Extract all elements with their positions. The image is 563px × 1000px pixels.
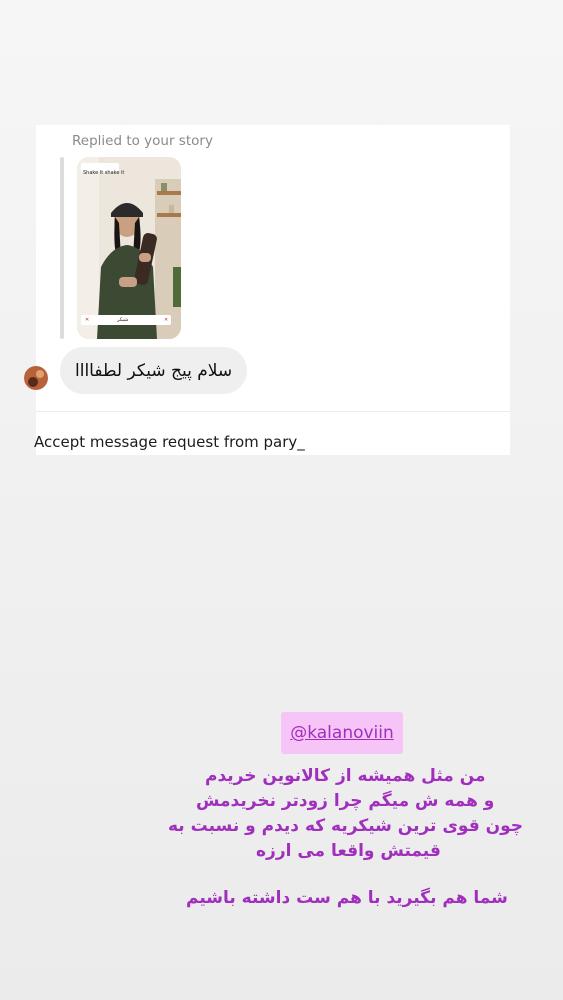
divider — [36, 411, 510, 412]
caption-line-1: من مثل همیشه از کالانوین خریدم — [205, 766, 486, 786]
reply-indicator-bar — [60, 157, 64, 339]
mention-text: @kalanoviin — [290, 723, 394, 743]
story-thumbnail-top-text: Shake It shake it — [83, 170, 125, 176]
story-thumbnail-bottom-text: شیکر — [117, 317, 129, 323]
story-photo: ✕ ✕ — [77, 157, 181, 339]
story-thumbnail[interactable]: ✕ ✕ Shake It shake it شیکر — [77, 157, 181, 339]
sender-avatar[interactable] — [24, 363, 48, 393]
message-text: سلام پیج شیکر لطفاااا — [75, 360, 233, 381]
mention-sticker[interactable]: @kalanoviin — [281, 712, 403, 754]
svg-text:✕: ✕ — [85, 317, 89, 323]
replied-to-story-label: Replied to your story — [72, 133, 213, 149]
dm-screenshot-card: Replied to your story ✕ ✕ Shake It shake… — [24, 125, 510, 455]
caption-line-2: و همه ش میگم چرا زودتر نخریدمش — [196, 791, 495, 811]
accept-request-label[interactable]: Accept message request from pary_ — [34, 433, 305, 451]
caption-line-4: قیمتش واقعا می ارزه — [256, 841, 441, 861]
svg-text:✕: ✕ — [164, 317, 168, 323]
caption-line-3: چون قوی ترین شیکریه که دیدم و نسبت به — [168, 816, 524, 836]
message-bubble[interactable]: سلام پیج شیکر لطفاااا — [60, 347, 248, 394]
caption-line-5: شما هم بگیرید با هم ست داشته باشیم — [186, 888, 508, 908]
